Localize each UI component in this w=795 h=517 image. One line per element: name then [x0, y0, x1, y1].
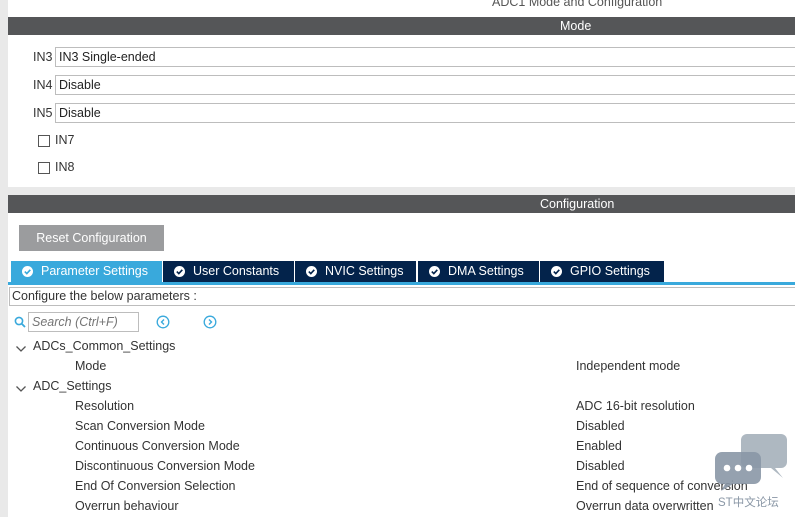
- tree-group-adcs-common-settings[interactable]: ADCs_Common_Settings: [33, 339, 175, 353]
- in3-label: IN3: [33, 50, 53, 64]
- in5-label: IN5: [33, 106, 53, 120]
- tab-gpio-settings[interactable]: GPIO Settings: [540, 261, 664, 282]
- in5-select[interactable]: Disable: [55, 103, 795, 123]
- check-circle-icon: [174, 266, 185, 277]
- forum-watermark: [715, 434, 789, 495]
- check-circle-icon: [22, 266, 33, 277]
- check-circle-icon: [306, 266, 317, 277]
- window-title: ADC1 Mode and Configuration: [492, 0, 663, 9]
- mode-header-label: Mode: [560, 19, 592, 33]
- in8-label: IN8: [55, 160, 75, 174]
- watermark-text: ST中文论坛: [718, 497, 779, 509]
- param-name: Overrun behaviour: [75, 499, 179, 513]
- param-value[interactable]: Disabled: [576, 419, 625, 433]
- param-value[interactable]: Overrun data overwritten: [576, 499, 714, 513]
- previous-result-icon[interactable]: [156, 315, 170, 332]
- configuration-section-header: Configuration: [8, 195, 795, 213]
- tab-parameter-settings-label: Parameter Settings: [41, 264, 148, 278]
- chat-bubble-icon: [715, 434, 787, 491]
- tab-dma-settings[interactable]: DMA Settings: [418, 261, 539, 282]
- left-gutter: [0, 0, 8, 517]
- tab-nvic-settings-label: NVIC Settings: [325, 264, 404, 278]
- param-value[interactable]: Disabled: [576, 459, 625, 473]
- in4-select[interactable]: Disable: [55, 75, 795, 95]
- param-value[interactable]: Enabled: [576, 439, 622, 453]
- param-name: Mode: [75, 359, 107, 373]
- in8-checkbox[interactable]: [38, 162, 50, 174]
- tab-user-constants-label: User Constants: [193, 264, 280, 278]
- param-name: Discontinuous Conversion Mode: [75, 459, 255, 473]
- chevron-down-icon[interactable]: [15, 342, 27, 356]
- param-value[interactable]: ADC 16-bit resolution: [576, 399, 695, 413]
- check-circle-icon: [551, 266, 562, 277]
- reset-configuration-button[interactable]: Reset Configuration: [19, 225, 164, 251]
- tab-underline: [8, 282, 795, 285]
- tab-parameter-settings[interactable]: Parameter Settings: [11, 261, 162, 282]
- param-name: Scan Conversion Mode: [75, 419, 205, 433]
- param-value[interactable]: Independent mode: [576, 359, 680, 373]
- search-icon: [14, 316, 26, 331]
- mode-section-header: Mode: [8, 17, 795, 35]
- tab-nvic-settings[interactable]: NVIC Settings: [295, 261, 416, 282]
- tab-user-constants[interactable]: User Constants: [163, 261, 294, 282]
- in3-select[interactable]: IN3 Single-ended: [55, 47, 795, 67]
- check-circle-icon: [429, 266, 440, 277]
- parameters-description: Configure the below parameters :: [9, 287, 795, 306]
- chevron-down-icon[interactable]: [15, 382, 27, 396]
- in4-label: IN4: [33, 78, 53, 92]
- search-input[interactable]: [28, 312, 139, 332]
- param-name: End Of Conversion Selection: [75, 479, 236, 493]
- param-name: Resolution: [75, 399, 135, 413]
- tab-gpio-settings-label: GPIO Settings: [570, 264, 650, 278]
- in7-checkbox[interactable]: [38, 135, 50, 147]
- tab-dma-settings-label: DMA Settings: [448, 264, 524, 278]
- in7-label: IN7: [55, 133, 75, 147]
- param-name: Continuous Conversion Mode: [75, 439, 240, 453]
- section-separator: [8, 187, 795, 195]
- configuration-header-label: Configuration: [540, 197, 615, 211]
- next-result-icon[interactable]: [203, 315, 217, 332]
- tree-group-adc-settings[interactable]: ADC_Settings: [33, 379, 112, 393]
